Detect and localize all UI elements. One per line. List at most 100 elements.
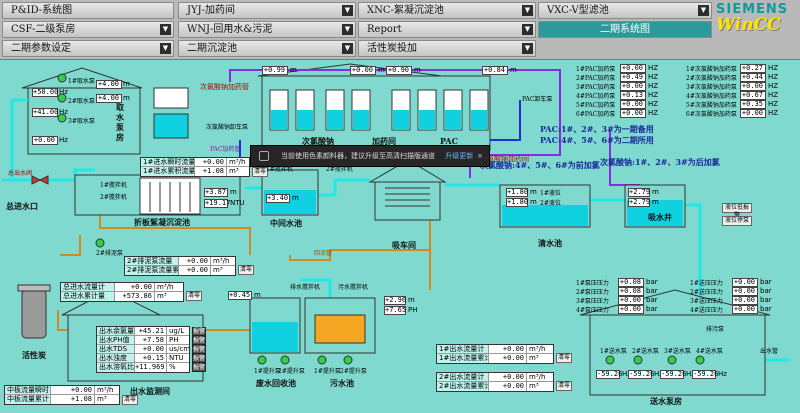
pump-pressure-unit: bar <box>646 296 658 304</box>
quality-key: 出水PH值 <box>97 336 135 344</box>
intake-tank-1 <box>153 87 189 109</box>
nav-vxc-filter[interactable]: VXC-V型滤池 ▼ <box>538 2 712 19</box>
popup-action-link[interactable]: 升级更新 <box>445 152 473 160</box>
chlorine-dose-unit: HZ <box>768 82 779 90</box>
chlorine-dose-value: +0.44 <box>740 73 766 82</box>
nav-xnc-sedimentation[interactable]: XNC-絮凝沉淀池 ▼ <box>358 2 536 19</box>
intake-pump-1-label: 1#取水泵 <box>68 78 95 85</box>
quality-alarm-button[interactable]: 报警 <box>192 354 206 363</box>
chlorine-dose-value: +0.00 <box>740 82 766 91</box>
send-pump-icon[interactable] <box>633 355 643 365</box>
send-pressure-value: +0.00 <box>732 287 758 296</box>
quality-value: +0.15 <box>135 354 167 362</box>
pac-dose-unit: HZ <box>648 73 659 81</box>
quality-alarm-button[interactable]: 报警 <box>192 363 206 372</box>
send-pump-icon[interactable] <box>667 355 677 365</box>
lift-pump-icon[interactable] <box>280 355 290 365</box>
send-pump-icon[interactable] <box>605 355 615 365</box>
nav-phase2-sedimentation[interactable]: 二期沉淀池 ▼ <box>178 40 356 57</box>
outlet-clear-button-1[interactable]: 清零 <box>556 353 572 363</box>
quality-alarm-button[interactable]: 报警 <box>192 336 206 345</box>
intake-level-1-unit: Hz <box>59 88 68 96</box>
nav-jyj-dosing[interactable]: JYJ-加药间 ▼ <box>178 2 356 19</box>
dropdown-icon[interactable]: ▼ <box>522 24 533 35</box>
pac-dose-value: +0.13 <box>620 91 646 100</box>
pac-dose-value: +0.00 <box>620 100 646 109</box>
send-pump-icon[interactable] <box>695 355 705 365</box>
dropdown-icon[interactable]: ▼ <box>342 24 353 35</box>
pac-note-1: PAC:1#、2#、3#为一期备用 <box>540 124 654 134</box>
send-pump-title: 送水泵房 <box>650 396 682 406</box>
outlet-pipe-label: 出水管 <box>760 348 779 355</box>
dropdown-icon[interactable]: ▼ <box>342 5 353 16</box>
level-stop-button[interactable]: 液位停泵 <box>722 216 752 226</box>
backwash-pump-2: 2#提升泵 <box>278 368 305 375</box>
dropdown-icon[interactable]: ▼ <box>342 43 353 54</box>
quality-unit: us/cm <box>169 345 189 353</box>
quality-unit: % <box>169 363 176 371</box>
carbon-title: 活性炭 <box>22 350 46 360</box>
outlet-clear-button-2[interactable]: 清零 <box>556 381 572 391</box>
pac-dose-unit: HZ <box>648 82 659 90</box>
lift-pump-icon[interactable] <box>317 355 327 365</box>
pac-dose-label: 5#PAC加药泵 <box>576 102 616 109</box>
sed-title: 折板絮凝沉淀池 <box>134 217 190 227</box>
pac-unload-label: PAC卸车泵 <box>522 96 553 103</box>
send-pump-label: 2#送水泵 <box>632 348 659 355</box>
dropdown-icon[interactable]: ▼ <box>522 5 533 16</box>
quality-alarm-button[interactable]: 报警 <box>192 345 206 354</box>
nav-activated-carbon[interactable]: 活性炭投加 ▼ <box>358 40 536 57</box>
quality-alarm-button[interactable]: 报警 <box>192 327 206 336</box>
suction-level-2-unit: m <box>652 198 659 206</box>
sludge-level-unit: m <box>254 291 261 299</box>
low-level-alarm-button[interactable]: 液位低报警 <box>722 203 752 219</box>
close-icon[interactable]: × <box>477 146 483 166</box>
dropdown-icon[interactable]: ▼ <box>522 43 533 54</box>
lift-pump-icon[interactable] <box>343 355 353 365</box>
bottom-flow-value: +1.08 <box>51 395 95 404</box>
backwash-pump-1: 1#提升泵 <box>254 368 281 375</box>
clear-level-2: +1.80 <box>506 198 529 207</box>
pump-pressure-value: +0.00 <box>618 296 644 305</box>
total-flow-key: 总进水流量计 <box>61 283 115 291</box>
sludge-flow-value: +0.00 <box>179 266 211 275</box>
sewage-level: +2.96 <box>384 296 407 305</box>
nav-phase2-system-active[interactable]: 二期系统图 <box>538 21 712 38</box>
pump-pressure-unit: bar <box>646 278 658 286</box>
sewage-pump-1: 1#提升泵 <box>314 368 341 375</box>
nav-wnj-reuse-sludge[interactable]: WNJ-回用水&污泥 ▼ <box>178 21 356 38</box>
total-flow-clear-button[interactable]: 清零 <box>186 291 202 301</box>
intake-pump-2-label: 2#取水泵 <box>68 98 95 105</box>
tank-liquid <box>327 110 343 129</box>
send-pump-building <box>589 314 766 396</box>
inlet-valve-icon[interactable] <box>38 175 49 185</box>
sludge-pump-icon[interactable] <box>95 238 105 248</box>
top-meter-2-unit: m <box>378 66 385 74</box>
lift-pump-icon[interactable] <box>257 355 267 365</box>
pump-pressure-label: 2#泵压压力 <box>576 289 609 296</box>
nav-csf-pump-room[interactable]: CSF-二级泵房 ▼ <box>2 21 174 38</box>
nav-report[interactable]: Report ▼ <box>358 21 536 38</box>
inlet-valve-icon[interactable] <box>31 175 42 185</box>
dropdown-icon[interactable]: ▼ <box>160 24 171 35</box>
nav-phase2-params[interactable]: 二期参数设定 ▼ <box>2 40 174 57</box>
intake-pump-icon[interactable] <box>57 73 67 83</box>
chlorine-dose-unit: HZ <box>768 91 779 99</box>
nav-pid-system[interactable]: P&ID-系统图 <box>2 2 174 19</box>
sludge-level: +0.45 <box>228 291 252 300</box>
popup-text: 当前使用色素颜料器，建议升级至高清扫描版通道 <box>281 152 435 160</box>
sed-flow-unit: m³/h <box>229 158 246 166</box>
top-meter-4-unit: m <box>510 66 517 74</box>
sewage-mixer-label: 污水搅拌机 <box>338 284 369 291</box>
dropdown-icon[interactable]: ▼ <box>160 43 171 54</box>
bottom-clear-button[interactable]: 清零 <box>122 395 138 405</box>
dropdown-icon[interactable]: ▼ <box>698 5 709 16</box>
sludge-flow-unit: m³/h <box>213 257 230 265</box>
pump-pressure-value: +0.00 <box>618 305 644 314</box>
tank-liquid <box>297 110 313 129</box>
total-flow-key: 总进水累计量 <box>61 292 115 301</box>
total-flow-value: +573.86 <box>115 292 155 301</box>
sed-flow-value: +1.08 <box>195 167 227 176</box>
sludge-clear-button[interactable]: 清零 <box>238 265 254 275</box>
chlorine-dose-label: 5#次氯酸钠加药泵 <box>686 102 737 109</box>
